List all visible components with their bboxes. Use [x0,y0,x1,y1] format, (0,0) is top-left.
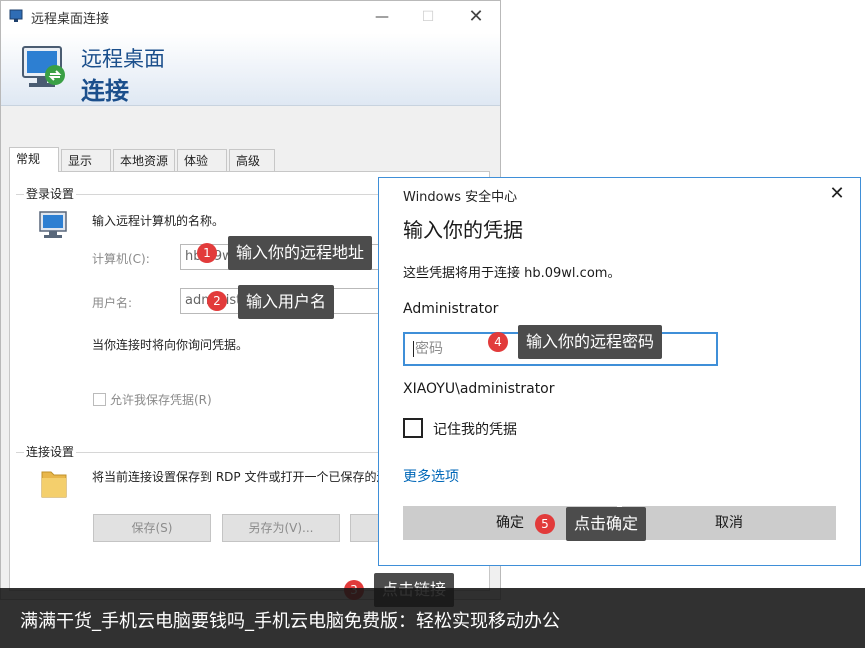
step-tooltip-2: 输入用户名 [238,285,335,319]
header-title-line1: 远程桌面 [81,47,165,71]
dialog-heading: 输入你的凭据 [403,218,523,242]
save-as-button[interactable]: 另存为(V)... [222,514,340,542]
tab-general[interactable]: 常规 [9,147,59,172]
login-group-label: 登录设置 [24,185,77,202]
banner-header: 远程桌面 连接 [1,33,500,106]
folder-icon [41,471,67,498]
close-button[interactable]: ✕ [453,1,499,33]
title-bar: 远程桌面连接 — ☐ ✕ [1,1,500,33]
password-placeholder: 密码 [415,341,443,357]
step-tooltip-4: 输入你的远程密码 [518,325,663,359]
minimize-button[interactable]: — [359,1,405,33]
step-badge-1: 1 [197,243,217,263]
connection-description: 将当前连接设置保存到 RDP 文件或打开一个已保存的连接。 [92,470,382,484]
dialog-title: Windows 安全中心 [403,190,518,205]
caption-text: 满满干货_手机云电脑要钱吗_手机云电脑免费版：轻松实现移动办公 [20,611,560,632]
text-caret [413,341,414,357]
dialog-close-icon[interactable]: ✕ [827,183,847,204]
cancel-button[interactable]: 取消 [622,506,836,540]
tab-advanced[interactable]: 高级 [229,149,275,171]
tab-experience[interactable]: 体验 [177,149,227,171]
remote-desktop-app-icon [9,9,23,22]
header-title-line2: 连接 [81,77,129,105]
allow-save-label: 允许我保存凭据(R) [110,393,212,407]
remember-checkbox[interactable] [403,418,423,438]
computer-label: 计算机(C): [92,252,150,266]
computer-icon [39,211,67,238]
step-tooltip-1: 输入你的远程地址 [228,236,373,270]
step-tooltip-5: 点击确定 [566,507,647,541]
remote-desktop-logo-icon [22,46,65,87]
computer-name-prompt: 输入远程计算机的名称。 [92,214,225,228]
window-title: 远程桌面连接 [31,12,110,27]
step-badge-2: 2 [207,291,227,311]
remember-label: 记住我的凭据 [433,422,517,438]
ask-credentials-text: 当你连接时将向你询问凭据。 [92,338,249,352]
more-options-link[interactable]: 更多选项 [403,466,459,486]
username-label: 用户名: [92,296,133,310]
domain-user: XIAOYU\administrator [403,381,555,397]
connection-group-label: 连接设置 [24,443,77,460]
tab-local-resources[interactable]: 本地资源 [113,149,175,171]
tab-display[interactable]: 显示 [61,149,111,171]
maximize-button: ☐ [421,9,435,25]
step-badge-4: 4 [488,332,508,352]
save-button[interactable]: 保存(S) [93,514,211,542]
step-badge-5: 5 [535,514,555,534]
dialog-description: 这些凭据将用于连接 hb.09wl.com。 [403,266,621,281]
credential-username: Administrator [403,301,499,317]
allow-save-checkbox[interactable] [93,393,106,406]
caption-banner: 满满干货_手机云电脑要钱吗_手机云电脑免费版：轻松实现移动办公 [0,588,865,648]
